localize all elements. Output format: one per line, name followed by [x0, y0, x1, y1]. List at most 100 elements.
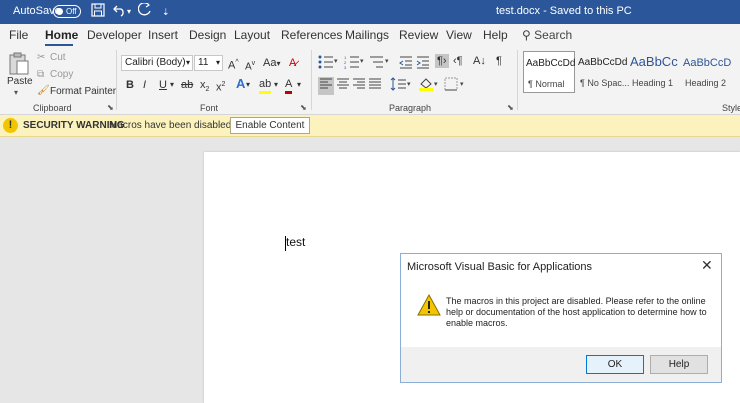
- help-button[interactable]: Help: [650, 355, 708, 374]
- chevron-down-icon: ▾: [185, 58, 190, 67]
- change-case-glyph: Aa: [263, 57, 277, 69]
- undo-icon[interactable]: [113, 3, 127, 22]
- ok-button[interactable]: OK: [586, 355, 644, 374]
- tab-review[interactable]: Review: [399, 28, 438, 42]
- line-spacing-icon[interactable]: ▾: [390, 77, 412, 95]
- align-left-icon[interactable]: [318, 77, 334, 95]
- superscript-button[interactable]: x2: [216, 78, 225, 95]
- font-group-label: Font: [200, 103, 219, 113]
- ribbon: Paste ▾ ✂ Cut ⧉ Copy 🖌 Format Painter Cl…: [0, 46, 740, 115]
- text-effects-dropdown-icon[interactable]: ▾: [246, 78, 250, 92]
- copy-button[interactable]: Copy: [50, 69, 73, 80]
- paragraph-group-label: Paragraph: [389, 103, 432, 113]
- tab-file[interactable]: File: [9, 28, 28, 42]
- subscript-button[interactable]: x2: [200, 78, 209, 97]
- save-icon[interactable]: [91, 3, 105, 22]
- redo-icon[interactable]: [137, 2, 152, 22]
- tab-home[interactable]: Home: [45, 28, 78, 42]
- align-center-icon[interactable]: [335, 77, 351, 95]
- chevron-down-icon: ▾: [215, 58, 220, 67]
- paste-button[interactable]: Paste: [7, 76, 33, 87]
- search-box[interactable]: ⚲ Search: [522, 28, 572, 42]
- clipboard-group-label: Clipboard: [33, 103, 72, 113]
- font-color-button[interactable]: A: [285, 77, 293, 94]
- shading-icon[interactable]: ▾: [418, 77, 440, 95]
- cut-button[interactable]: Cut: [50, 52, 66, 63]
- text-effects-button[interactable]: A: [236, 77, 245, 91]
- ribbon-tabs: File Home Developer Insert Design Layout…: [0, 24, 740, 46]
- font-name-select[interactable]: Calibri (Body) ▾: [121, 55, 193, 71]
- undo-dropdown-icon[interactable]: ▾: [127, 3, 131, 21]
- cut-icon: ✂: [37, 52, 46, 63]
- ltr-direction-icon[interactable]: ¶›: [435, 54, 449, 68]
- style-name: ¶ No Spac...: [580, 78, 630, 88]
- document-title: test.docx - Saved to this PC: [496, 5, 632, 17]
- enable-content-button[interactable]: Enable Content: [230, 117, 310, 134]
- tab-layout[interactable]: Layout: [234, 28, 270, 42]
- borders-icon[interactable]: ▾: [444, 77, 466, 95]
- style-heading-2[interactable]: AaBbCcD Heading 2: [681, 51, 733, 93]
- format-painter-button[interactable]: Format Painter: [50, 86, 116, 97]
- highlight-button[interactable]: ab: [259, 77, 272, 94]
- style-name: Heading 1: [632, 78, 674, 88]
- tab-design[interactable]: Design: [189, 28, 226, 42]
- svg-text:▾: ▾: [385, 58, 389, 65]
- autosave-state: Off: [66, 7, 77, 16]
- svg-text:3: 3: [344, 65, 347, 69]
- svg-text:▾: ▾: [334, 58, 338, 65]
- grow-font-button[interactable]: A^: [228, 56, 239, 73]
- format-painter-icon: 🖌: [37, 85, 50, 96]
- align-right-icon[interactable]: [351, 77, 367, 95]
- font-launcher-icon[interactable]: ⬊: [300, 103, 307, 112]
- style-normal[interactable]: AaBbCcDd ¶ Normal: [523, 51, 575, 93]
- customize-icon[interactable]: ⇣: [162, 3, 170, 21]
- clear-formatting-icon[interactable]: A̷: [289, 56, 296, 70]
- security-warning-message: Macros have been disabled.: [109, 120, 235, 131]
- bold-button[interactable]: B: [126, 78, 134, 92]
- group-separator: [116, 50, 117, 110]
- decrease-indent-icon[interactable]: [399, 55, 413, 73]
- multilevel-list-icon[interactable]: ▾: [369, 55, 389, 73]
- style-sample: AaBbCcD: [683, 57, 732, 69]
- style-sample: AaBbCcDd: [526, 58, 576, 69]
- tab-insert[interactable]: Insert: [148, 28, 178, 42]
- underline-button[interactable]: U: [159, 78, 167, 92]
- sort-icon[interactable]: A↓: [473, 54, 486, 68]
- tab-mailings[interactable]: Mailings: [345, 28, 389, 42]
- autosave-toggle[interactable]: Off: [53, 5, 81, 18]
- rtl-direction-icon[interactable]: ‹¶: [453, 54, 463, 68]
- styles-group-label: Styles: [722, 103, 740, 113]
- font-size-select[interactable]: 11 ▾: [194, 55, 223, 71]
- tab-references[interactable]: References: [281, 28, 342, 42]
- tab-developer[interactable]: Developer: [87, 28, 142, 42]
- justify-icon[interactable]: [367, 77, 383, 95]
- italic-button[interactable]: I: [143, 78, 146, 92]
- tab-view[interactable]: View: [446, 28, 472, 42]
- underline-dropdown-icon[interactable]: ▾: [170, 78, 174, 92]
- show-formatting-icon[interactable]: ¶: [496, 54, 502, 68]
- dialog-message: The macros in this project are disabled.…: [446, 296, 707, 328]
- highlight-dropdown-icon[interactable]: ▾: [274, 78, 278, 92]
- dialog-title: Microsoft Visual Basic for Applications: [407, 261, 593, 273]
- style-sample: AaBbCcDd: [578, 57, 628, 68]
- paragraph-launcher-icon[interactable]: ⬊: [507, 103, 514, 112]
- numbering-icon[interactable]: 1 2 3 ▾: [344, 55, 364, 73]
- shrink-font-glyph: A: [245, 61, 252, 73]
- change-case-button[interactable]: Aa▾: [263, 56, 280, 71]
- bullets-icon[interactable]: ▾: [318, 55, 338, 73]
- font-color-dropdown-icon[interactable]: ▾: [297, 78, 301, 92]
- font-name-value: Calibri (Body): [125, 57, 186, 68]
- close-icon[interactable]: ✕: [701, 257, 713, 274]
- svg-text:▾: ▾: [360, 58, 364, 65]
- increase-indent-icon[interactable]: [416, 55, 430, 73]
- shrink-font-button[interactable]: Av: [245, 57, 255, 74]
- svg-text:▾: ▾: [434, 81, 438, 88]
- paste-dropdown-icon[interactable]: ▾: [14, 88, 18, 97]
- clipboard-launcher-icon[interactable]: ⬊: [107, 103, 114, 112]
- style-no-spacing[interactable]: AaBbCcDd ¶ No Spac...: [576, 51, 630, 93]
- search-label: Search: [534, 28, 573, 42]
- document-text[interactable]: test: [286, 235, 305, 249]
- strikethrough-button[interactable]: ab: [181, 78, 193, 92]
- style-heading-1[interactable]: AaBbCc Heading 1: [628, 51, 680, 93]
- tab-help[interactable]: Help: [483, 28, 508, 42]
